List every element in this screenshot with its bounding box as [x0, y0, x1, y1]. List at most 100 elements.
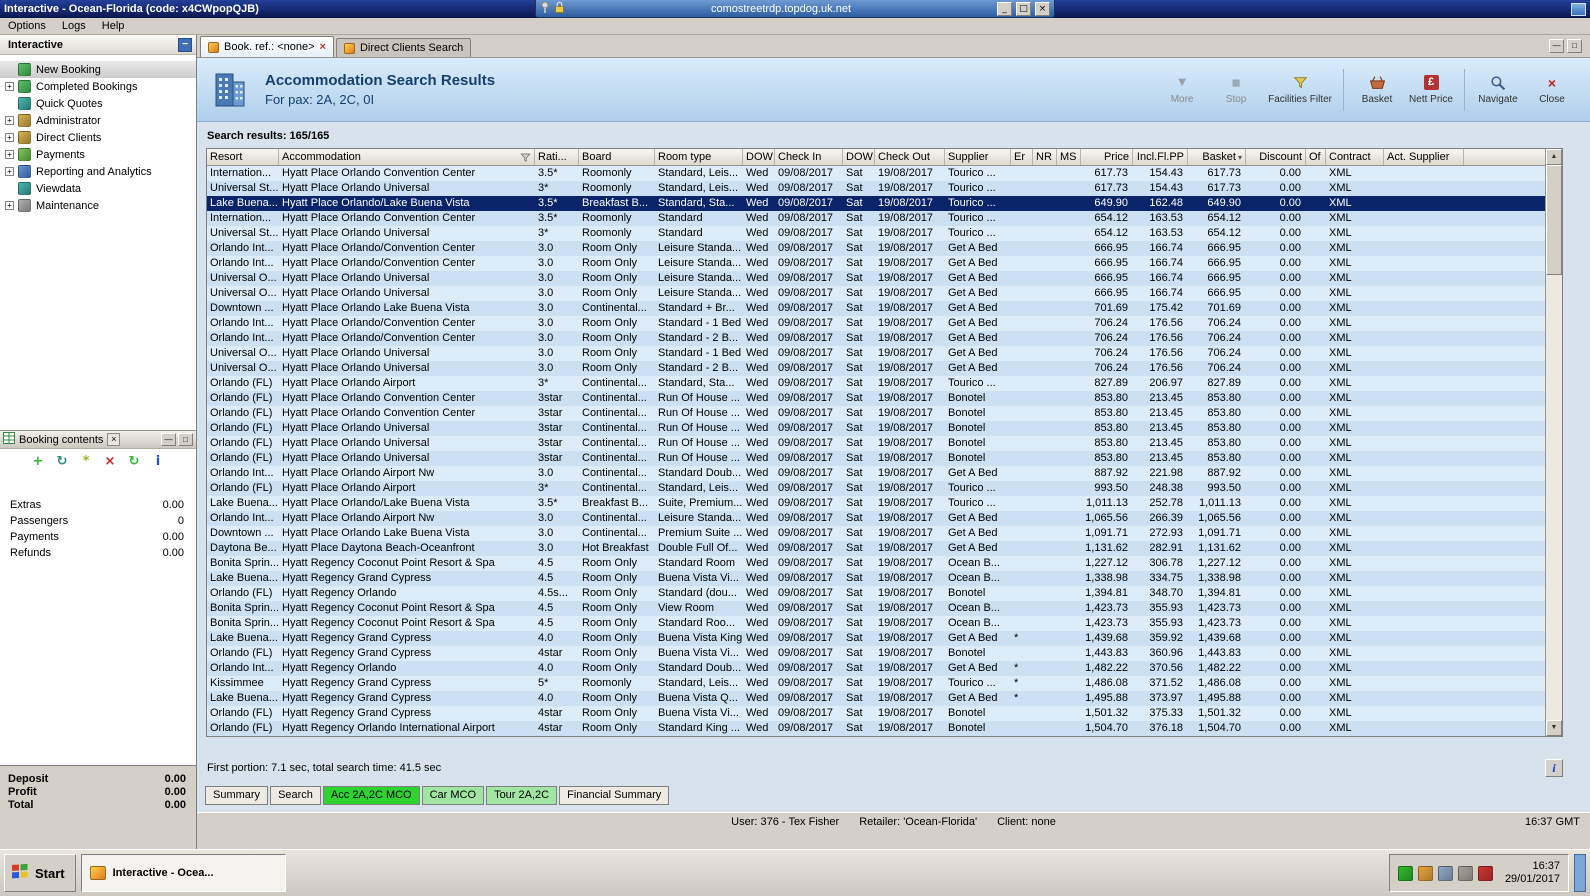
add-icon[interactable]: + — [31, 454, 46, 469]
sidebar-item-administrator[interactable]: + Administrator — [0, 112, 196, 129]
table-row[interactable]: Orlando (FL) Hyatt Place Orlando Airport 3… — [207, 376, 1545, 391]
stop-button[interactable]: ◼ Stop — [1210, 70, 1262, 109]
table-row[interactable]: Bonita Sprin... Hyatt Regency Coconut Poi… — [207, 616, 1545, 631]
table-row[interactable]: Orlando (FL) Hyatt Place Orlando Universa… — [207, 436, 1545, 451]
column-header-contract[interactable]: Contract — [1326, 149, 1384, 165]
column-filter-icon[interactable] — [520, 152, 531, 163]
rdp-connection-bar[interactable]: comostreetrdp.topdog.uk.net _ □ × — [535, 0, 1055, 18]
start-button[interactable]: Start — [4, 854, 76, 892]
facilities-filter-button[interactable]: Facilities Filter — [1264, 70, 1336, 109]
expand-icon[interactable]: + — [5, 150, 14, 159]
column-header-basket[interactable]: Basket ▾ — [1188, 149, 1246, 165]
scroll-up-icon[interactable]: ▲ — [1546, 149, 1562, 165]
table-row[interactable]: Internation... Hyatt Place Orlando Conven… — [207, 166, 1545, 181]
booking-row-payments[interactable]: Payments 0.00 — [0, 529, 196, 545]
tab-book-ref-none[interactable]: Book. ref.: <none> × — [200, 36, 334, 57]
table-row[interactable]: Orlando Int... Hyatt Regency Orlando 4.0 Ro… — [207, 661, 1545, 676]
tray-volume-icon[interactable] — [1457, 865, 1473, 881]
column-header-check-in[interactable]: Check In — [775, 149, 843, 165]
info-icon[interactable]: i — [151, 454, 166, 469]
column-header-discount[interactable]: Discount — [1246, 149, 1306, 165]
sidebar-item-completed-bookings[interactable]: + Completed Bookings — [0, 78, 196, 95]
scroll-track[interactable] — [1546, 275, 1562, 720]
sidebar-item-payments[interactable]: + Payments — [0, 146, 196, 163]
table-row[interactable]: Kissimmee Hyatt Regency Grand Cypress 5* Ro… — [207, 676, 1545, 691]
column-header-act-supplier[interactable]: Act. Supplier — [1384, 149, 1464, 165]
booking-contents-maximize-button[interactable]: □ — [178, 433, 193, 446]
table-row[interactable]: Bonita Sprin... Hyatt Regency Coconut Poi… — [207, 601, 1545, 616]
sidebar-item-maintenance[interactable]: + Maintenance — [0, 197, 196, 214]
table-row[interactable]: Bonita Sprin... Hyatt Regency Coconut Poi… — [207, 556, 1545, 571]
expand-icon[interactable]: + — [5, 167, 14, 176]
table-row[interactable]: Orlando (FL) Hyatt Place Orlando Universa… — [207, 451, 1545, 466]
column-header-room-type[interactable]: Room type — [655, 149, 743, 165]
more-button[interactable]: ▼ More — [1156, 70, 1208, 109]
table-row[interactable]: Orlando (FL) Hyatt Place Orlando Conventi… — [207, 406, 1545, 421]
bottom-tab-summary[interactable]: Summary — [205, 786, 269, 805]
table-row[interactable]: Lake Buena... Hyatt Place Orlando/Lake Bu… — [207, 496, 1545, 511]
nett-price-button[interactable]: £ Nett Price — [1405, 70, 1457, 109]
table-row[interactable]: Downtown ... Hyatt Place Orlando Lake Bue… — [207, 526, 1545, 541]
table-row[interactable]: Orlando (FL) Hyatt Regency Grand Cypress 4… — [207, 706, 1545, 721]
tray-shield-icon[interactable] — [1397, 865, 1413, 881]
booking-contents-minimize-button[interactable]: — — [161, 433, 176, 446]
column-header-of[interactable]: Of — [1306, 149, 1326, 165]
column-header-price[interactable]: Price — [1081, 149, 1133, 165]
tab-close-icon[interactable]: × — [320, 41, 326, 53]
tab-direct-clients-search[interactable]: Direct Clients Search — [335, 38, 472, 57]
table-row[interactable]: Lake Buena... Hyatt Regency Grand Cypress… — [207, 691, 1545, 706]
booking-row-extras[interactable]: Extras 0.00 — [0, 497, 196, 513]
table-row[interactable]: Daytona Be... Hyatt Place Daytona Beach-O… — [207, 541, 1545, 556]
titlebar-window-icon[interactable] — [1571, 2, 1586, 16]
bottom-tab-search[interactable]: Search — [270, 786, 321, 805]
table-row[interactable]: Universal St... Hyatt Place Orlando Unive… — [207, 226, 1545, 241]
pin-icon[interactable] — [540, 1, 550, 17]
mdi-restore-button[interactable]: □ — [1567, 39, 1582, 53]
column-header-ms[interactable]: MS — [1057, 149, 1081, 165]
scroll-thumb[interactable] — [1546, 165, 1562, 275]
tray-mail-icon[interactable] — [1417, 865, 1433, 881]
update-icon[interactable]: * — [79, 454, 94, 469]
scroll-down-icon[interactable]: ▼ — [1546, 720, 1562, 736]
table-row[interactable]: Lake Buena... Hyatt Place Orlando/Lake Bu… — [207, 196, 1545, 211]
table-row[interactable]: Orlando (FL) Hyatt Place Orlando Airport 3… — [207, 481, 1545, 496]
column-header-rati[interactable]: Rati... — [535, 149, 579, 165]
table-row[interactable]: Lake Buena... Hyatt Regency Grand Cypress… — [207, 571, 1545, 586]
close-button[interactable]: × Close — [1526, 70, 1578, 109]
table-row[interactable]: Internation... Hyatt Place Orlando Conven… — [207, 211, 1545, 226]
table-row[interactable]: Orlando (FL) Hyatt Place Orlando Universa… — [207, 421, 1545, 436]
table-row[interactable]: Orlando Int... Hyatt Place Orlando/Conven… — [207, 331, 1545, 346]
column-header-dow[interactable]: DOW — [843, 149, 875, 165]
sidebar-item-viewdata[interactable]: Viewdata — [0, 180, 196, 197]
table-row[interactable]: Orlando (FL) Hyatt Regency Orlando Intern… — [207, 721, 1545, 736]
expand-icon[interactable]: + — [5, 116, 14, 125]
refresh-icon[interactable]: ↻ — [55, 454, 70, 469]
column-header-nr[interactable]: NR — [1033, 149, 1057, 165]
mdi-minimize-button[interactable]: — — [1549, 39, 1564, 53]
table-scrollbar[interactable]: ▲ ▼ — [1545, 149, 1562, 736]
table-row[interactable]: Universal O... Hyatt Place Orlando Univer… — [207, 346, 1545, 361]
booking-row-refunds[interactable]: Refunds 0.00 — [0, 545, 196, 561]
table-row[interactable]: Universal St... Hyatt Place Orlando Unive… — [207, 181, 1545, 196]
sidebar-item-direct-clients[interactable]: + Direct Clients — [0, 129, 196, 146]
tray-network-icon[interactable] — [1437, 865, 1453, 881]
taskbar-task-button[interactable]: Interactive - Ocea... — [80, 854, 286, 892]
table-row[interactable]: Orlando (FL) Hyatt Place Orlando Conventi… — [207, 391, 1545, 406]
table-row[interactable]: Universal O... Hyatt Place Orlando Univer… — [207, 271, 1545, 286]
table-row[interactable]: Orlando Int... Hyatt Place Orlando/Conven… — [207, 241, 1545, 256]
expand-icon[interactable]: + — [5, 82, 14, 91]
table-row[interactable]: Universal O... Hyatt Place Orlando Univer… — [207, 286, 1545, 301]
rdp-restore-button[interactable]: □ — [1016, 1, 1031, 16]
sidebar-item-quick-quotes[interactable]: Quick Quotes — [0, 95, 196, 112]
expand-icon[interactable]: + — [5, 133, 14, 142]
menu-help[interactable]: Help — [94, 18, 133, 34]
delete-icon[interactable]: × — [103, 454, 118, 469]
column-header-er[interactable]: Er — [1011, 149, 1033, 165]
info-button[interactable]: i — [1545, 759, 1563, 777]
column-header-dow[interactable]: DOW — [743, 149, 775, 165]
sidebar-item-new-booking[interactable]: New Booking — [0, 61, 196, 78]
column-header-incl-fl-pp[interactable]: Incl.Fl.PP — [1133, 149, 1188, 165]
table-row[interactable]: Orlando Int... Hyatt Place Orlando/Conven… — [207, 316, 1545, 331]
tray-status-icon[interactable] — [1477, 865, 1493, 881]
rdp-minimize-button[interactable]: _ — [997, 1, 1012, 16]
